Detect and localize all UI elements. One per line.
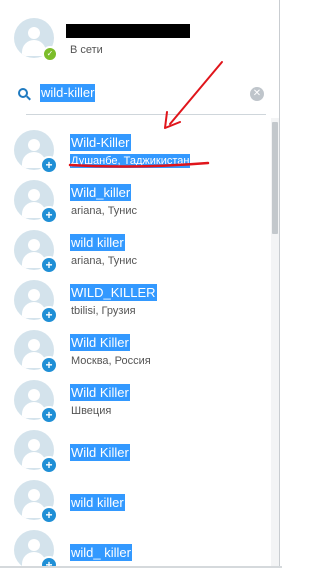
contact-name: Wild-Killer	[70, 134, 131, 151]
add-contact-icon: +	[40, 206, 58, 224]
contact-name: Wild Killer	[70, 334, 130, 351]
contact-location: ariana, Тунис	[71, 205, 138, 217]
avatar-head-shape	[28, 27, 40, 39]
profile-header[interactable]: ✓ В сети	[14, 18, 264, 64]
redacted-username	[66, 24, 190, 38]
contact-name: wild_ killer	[70, 544, 132, 561]
search-icon	[18, 88, 31, 101]
contact-name: wild killer	[70, 494, 125, 511]
search-input[interactable]: wild-killer	[40, 84, 96, 102]
clear-icon[interactable]: ✕	[250, 87, 264, 101]
list-item[interactable]: + Wild Killer	[14, 424, 264, 474]
top-cut-off-strip	[0, 0, 282, 8]
list-item[interactable]: + WILD_KILLER tbilisi, Грузия	[14, 274, 264, 324]
contact-name: wild killer	[70, 234, 125, 251]
contact-location: Душанбе, Таджикистан	[70, 154, 191, 168]
list-item[interactable]: + wild killer	[14, 474, 264, 524]
contact-name: Wild Killer	[70, 384, 130, 401]
add-contact-icon: +	[40, 456, 58, 474]
list-item[interactable]: + wild killer ariana, Тунис	[14, 224, 264, 274]
list-item[interactable]: + Wild_killer ariana, Тунис	[14, 174, 264, 224]
add-contact-icon: +	[40, 356, 58, 374]
contact-name: WILD_KILLER	[70, 284, 157, 301]
contact-location: tbilisi, Грузия	[71, 305, 136, 317]
list-item[interactable]: + Wild-Killer Душанбе, Таджикистан	[14, 124, 264, 174]
search-results-list: + Wild-Killer Душанбе, Таджикистан + Wil…	[0, 118, 272, 568]
contact-name: Wild_killer	[70, 184, 132, 201]
list-item[interactable]: + Wild Killer Москва, Россия	[14, 324, 264, 374]
contact-location: ariana, Тунис	[71, 255, 138, 267]
add-contact-icon: +	[40, 406, 58, 424]
add-contact-icon: +	[40, 156, 58, 174]
contact-location: Швеция	[71, 405, 112, 417]
window-right-edge	[279, 0, 280, 568]
add-contact-icon: +	[40, 256, 58, 274]
search-bar: wild-killer ✕	[14, 82, 268, 106]
add-contact-icon: +	[40, 506, 58, 524]
check-icon: ✓	[42, 46, 58, 62]
contact-name: Wild Killer	[70, 444, 130, 461]
search-underline	[26, 114, 266, 115]
list-item[interactable]: + wild_ killer	[14, 524, 264, 568]
add-contact-icon: +	[40, 306, 58, 324]
presence-status: В сети	[70, 44, 103, 56]
scrollbar-thumb[interactable]	[272, 122, 278, 234]
list-item[interactable]: + Wild Killer Швеция	[14, 374, 264, 424]
contact-location: Москва, Россия	[71, 355, 151, 367]
